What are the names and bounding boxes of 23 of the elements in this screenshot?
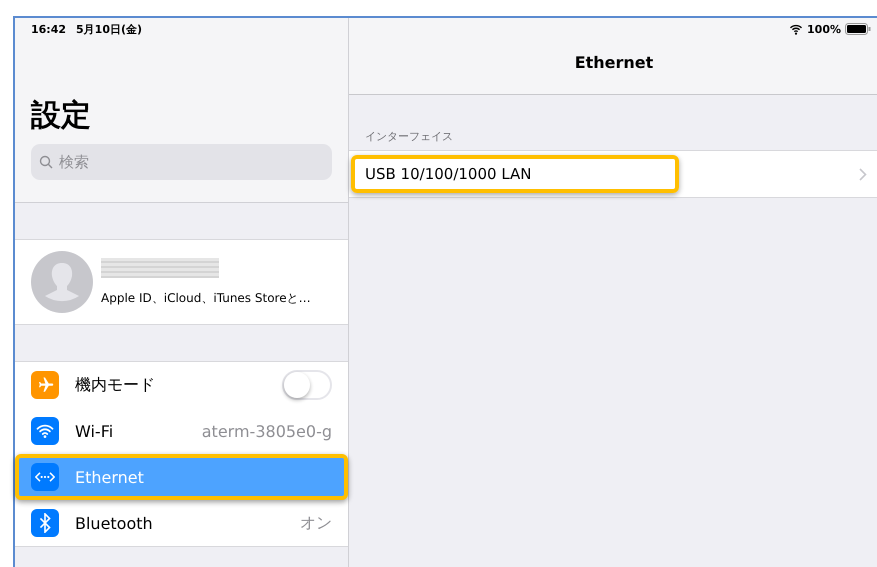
item-value: オン — [300, 512, 332, 534]
toggle-switch[interactable] — [282, 370, 332, 400]
battery-percent: 100% — [807, 22, 841, 36]
ethernet-icon — [35, 471, 55, 483]
nav-title: Ethernet — [574, 52, 654, 74]
battery-icon — [845, 23, 871, 35]
search-icon — [39, 155, 53, 169]
settings-title: 設定 — [31, 97, 92, 135]
search-field[interactable]: 検索 — [31, 144, 332, 180]
airplane-icon — [36, 376, 54, 394]
interface-label: USB 10/100/1000 LAN — [351, 155, 679, 193]
status-time: 16:42 — [31, 22, 66, 36]
item-value: aterm-3805e0-g — [202, 422, 332, 440]
interface-row[interactable]: USB 10/100/1000 LAN — [349, 150, 877, 198]
chevron-icon — [859, 168, 867, 180]
profile-subtitle: Apple ID、iCloud、iTunes Storeと… — [101, 290, 311, 306]
bluetooth-icon — [38, 513, 52, 533]
wifi-icon — [36, 423, 54, 439]
profile-row[interactable]: Apple ID、iCloud、iTunes Storeと… — [15, 239, 348, 325]
status-date: 5月10日(金) — [76, 22, 142, 36]
avatar-icon — [31, 251, 93, 313]
wifi-icon — [789, 24, 804, 34]
section-header: インターフェイス — [364, 129, 454, 145]
